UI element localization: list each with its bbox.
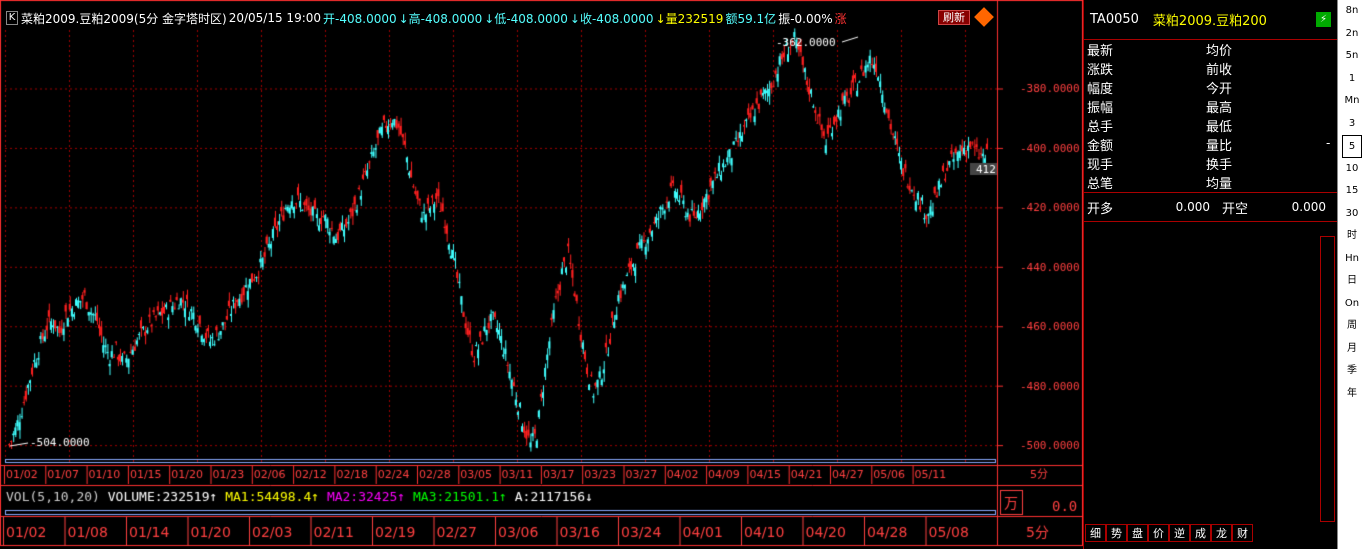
period-button[interactable]: 月 bbox=[1338, 338, 1366, 361]
open-interest-row: 开多 0.000 开空 0.000 bbox=[1084, 192, 1337, 222]
quote-row-label: 涨跌 bbox=[1087, 63, 1114, 78]
quote-row-label: 总笔 bbox=[1087, 177, 1114, 192]
period-sidebar: 8n 2n 5n 1 Mn 3 5 10 15 30 时 Hn 日 On 周月季年 bbox=[1337, 0, 1366, 549]
quote-rows: 最新 均价涨跌 前收幅度 今开振幅 最高总手 最低金额 量比现手 换手总笔 均量 bbox=[1084, 40, 1337, 192]
quote-row: 最新 均价 bbox=[1084, 40, 1337, 59]
period-button[interactable]: 2n bbox=[1338, 23, 1366, 46]
quote-row-label: 金额 bbox=[1087, 139, 1114, 154]
panel-tabs: 细势盘价逆成龙财 bbox=[1085, 524, 1253, 542]
quote-row-label: 振幅 bbox=[1087, 101, 1114, 116]
quote-row: 幅度 今开 bbox=[1084, 78, 1337, 97]
quote-panel-title: TA0050 菜粕2009.豆粕200 ⚡ bbox=[1084, 0, 1337, 40]
quote-zhang: 涨 bbox=[834, 11, 847, 26]
kaikong-label: 开空 bbox=[1222, 201, 1249, 217]
panel-tab[interactable]: 逆 bbox=[1169, 524, 1190, 542]
panel-tab[interactable]: 财 bbox=[1232, 524, 1253, 542]
quote-row-label: 最低 bbox=[1206, 120, 1233, 135]
quote-row-label: 均价 bbox=[1206, 44, 1233, 59]
quote-row: 金额 量比 bbox=[1084, 135, 1337, 154]
panel-tab[interactable]: 细 bbox=[1085, 524, 1106, 542]
kaiduo-value: 0.000 bbox=[1175, 200, 1210, 214]
quote-row-label: 换手 bbox=[1206, 158, 1233, 173]
quote-row: 总手 最低 bbox=[1084, 116, 1337, 135]
period-button[interactable]: 日 bbox=[1338, 270, 1366, 293]
instrument-name: 菜粕2009.豆粕200 bbox=[1152, 14, 1267, 29]
quote-high: ↓高-408.0000 bbox=[398, 11, 483, 26]
quote-row: 振幅 最高 bbox=[1084, 97, 1337, 116]
period-button[interactable]: 5n bbox=[1338, 45, 1366, 68]
period-button[interactable]: 30 bbox=[1338, 203, 1366, 226]
quote-row: 涨跌 前收 bbox=[1084, 59, 1337, 78]
instrument-title: 菜粕2009.豆粕2009(5分 金字塔时区) bbox=[21, 11, 227, 26]
quote-amplitude: 振-0.00% bbox=[778, 11, 833, 26]
quote-row-label: 最高 bbox=[1206, 101, 1233, 116]
period-button[interactable]: 3 bbox=[1338, 113, 1366, 136]
quote-row-label: 现手 bbox=[1087, 158, 1114, 173]
panel-tab[interactable]: 龙 bbox=[1211, 524, 1232, 542]
period-button[interactable]: 年 bbox=[1338, 383, 1366, 406]
quote-open: 开-408.0000 bbox=[323, 11, 397, 26]
panel-tab[interactable]: 势 bbox=[1106, 524, 1127, 542]
period-button[interactable]: 8n bbox=[1338, 0, 1366, 23]
kaikong-value: 0.000 bbox=[1291, 200, 1326, 214]
panel-tab[interactable]: 成 bbox=[1190, 524, 1211, 542]
quote-row-label: 今开 bbox=[1206, 82, 1233, 97]
period-button[interactable]: 15 bbox=[1338, 180, 1366, 203]
instrument-code: TA0050 bbox=[1090, 12, 1139, 27]
period-button[interactable]: 季 bbox=[1338, 360, 1366, 383]
quote-row-label: 前收 bbox=[1206, 63, 1233, 78]
quote-close: ↓收-408.0000 bbox=[569, 11, 654, 26]
candlestick-chart[interactable] bbox=[0, 0, 1083, 549]
quote-datetime: 20/05/15 19:00 bbox=[228, 11, 322, 25]
kaiduo-label: 开多 bbox=[1087, 201, 1114, 217]
quote-row: 总笔 均量 bbox=[1084, 173, 1337, 192]
period-button[interactable]: On bbox=[1338, 293, 1366, 316]
tick-scrollbar[interactable] bbox=[1320, 236, 1335, 522]
quote-row-label: 最新 bbox=[1087, 44, 1114, 59]
panel-tab[interactable]: 盘 bbox=[1127, 524, 1148, 542]
quote-volume: ↓量232519 bbox=[655, 11, 724, 26]
lightning-icon[interactable]: ⚡ bbox=[1316, 12, 1331, 27]
period-button[interactable]: Hn bbox=[1338, 248, 1366, 271]
period-button[interactable]: 10 bbox=[1338, 158, 1366, 181]
refresh-button[interactable]: 刷新 bbox=[938, 10, 970, 25]
k-line-icon[interactable]: K bbox=[6, 11, 18, 25]
quote-header: K 菜粕2009.豆粕2009(5分 金字塔时区) 20/05/15 19:00… bbox=[0, 8, 1000, 28]
period-button[interactable]: 5 bbox=[1342, 135, 1362, 158]
period-button[interactable]: Mn bbox=[1338, 90, 1366, 113]
quote-row-label: 幅度 bbox=[1087, 82, 1114, 97]
period-button[interactable]: 1 bbox=[1338, 68, 1366, 91]
quote-panel: TA0050 菜粕2009.豆粕200 ⚡ 最新 均价 涨跌 前收 幅度 今开 振幅 最高 总手… bbox=[1083, 0, 1337, 549]
quote-low: ↓低-408.0000 bbox=[484, 11, 568, 26]
quote-amount: 额59.1亿 bbox=[725, 11, 777, 26]
dash-mark: - bbox=[1326, 136, 1331, 150]
quote-row-label: 总手 bbox=[1087, 120, 1114, 135]
quote-row-label: 均量 bbox=[1206, 177, 1233, 192]
quote-row: 现手 换手 bbox=[1084, 154, 1337, 173]
period-button[interactable]: 时 bbox=[1338, 225, 1366, 248]
panel-tab[interactable]: 价 bbox=[1148, 524, 1169, 542]
period-button[interactable]: 周 bbox=[1338, 315, 1366, 338]
quote-row-label: 量比 bbox=[1206, 139, 1233, 154]
